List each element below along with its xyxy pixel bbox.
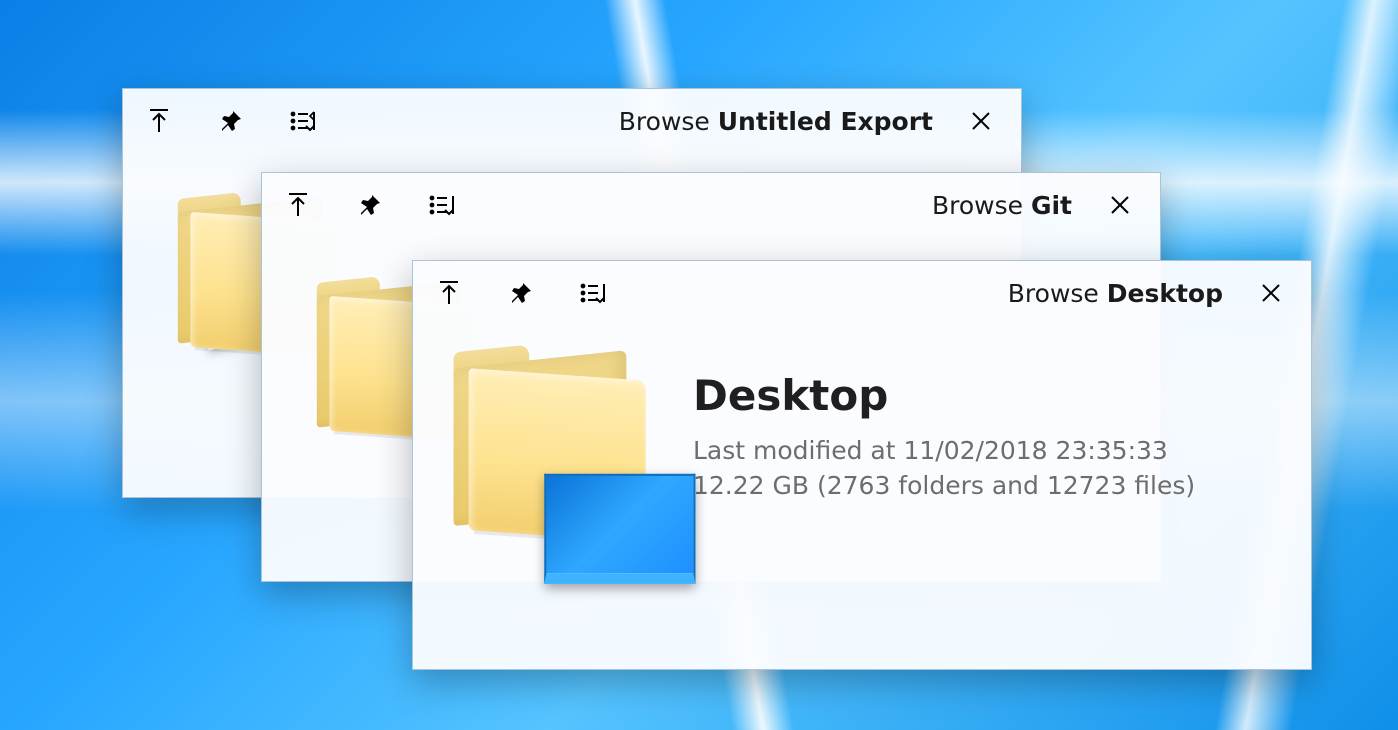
- pin-icon: [509, 281, 533, 305]
- browse-target-name: Untitled Export: [718, 107, 933, 136]
- browse-target[interactable]: Browse Desktop: [1008, 279, 1223, 308]
- pin-button[interactable]: [342, 177, 398, 233]
- browse-target-name: Desktop: [1107, 279, 1223, 308]
- close-button[interactable]: [1096, 181, 1144, 229]
- sort-list-icon: [429, 194, 455, 216]
- browse-target[interactable]: Browse Untitled Export: [619, 107, 933, 136]
- browse-prefix: Browse: [1008, 279, 1099, 308]
- folder-icon-desktop: [441, 333, 668, 560]
- browse-prefix: Browse: [619, 107, 710, 136]
- browse-target[interactable]: Browse Git: [932, 191, 1072, 220]
- up-one-level-button[interactable]: [421, 265, 477, 321]
- sort-button[interactable]: [275, 93, 331, 149]
- pin-icon: [358, 193, 382, 217]
- toolbar: Browse Desktop: [413, 261, 1311, 325]
- monitor-overlay-icon: [544, 474, 695, 584]
- arrow-up-bar-icon: [147, 108, 171, 134]
- sort-button[interactable]: [414, 177, 470, 233]
- folder-title: Desktop: [693, 371, 1195, 420]
- close-icon: [1109, 194, 1131, 216]
- close-icon: [970, 110, 992, 132]
- arrow-up-bar-icon: [437, 280, 461, 306]
- toolbar: Browse Git: [262, 173, 1160, 237]
- sort-list-icon: [580, 282, 606, 304]
- pin-icon: [219, 109, 243, 133]
- browse-prefix: Browse: [932, 191, 1023, 220]
- close-icon: [1260, 282, 1282, 304]
- folder-size: 12.22 GB (2763 folders and 12723 files): [693, 471, 1195, 500]
- browse-target-name: Git: [1031, 191, 1072, 220]
- toolbar: Browse Untitled Export: [123, 89, 1021, 153]
- up-one-level-button[interactable]: [270, 177, 326, 233]
- folder-modified: Last modified at 11/02/2018 23:35:33: [693, 436, 1195, 465]
- pin-button[interactable]: [203, 93, 259, 149]
- close-button[interactable]: [1247, 269, 1295, 317]
- sort-button[interactable]: [565, 265, 621, 321]
- arrow-up-bar-icon: [286, 192, 310, 218]
- desktop-wallpaper: Browse Untitled Export: [0, 0, 1398, 730]
- folder-details: Desktop Last modified at 11/02/2018 23:3…: [413, 325, 1311, 567]
- close-button[interactable]: [957, 97, 1005, 145]
- sort-list-icon: [290, 110, 316, 132]
- pin-button[interactable]: [493, 265, 549, 321]
- up-one-level-button[interactable]: [131, 93, 187, 149]
- popup-window-desktop[interactable]: Browse Desktop Desktop Last modified at …: [412, 260, 1312, 670]
